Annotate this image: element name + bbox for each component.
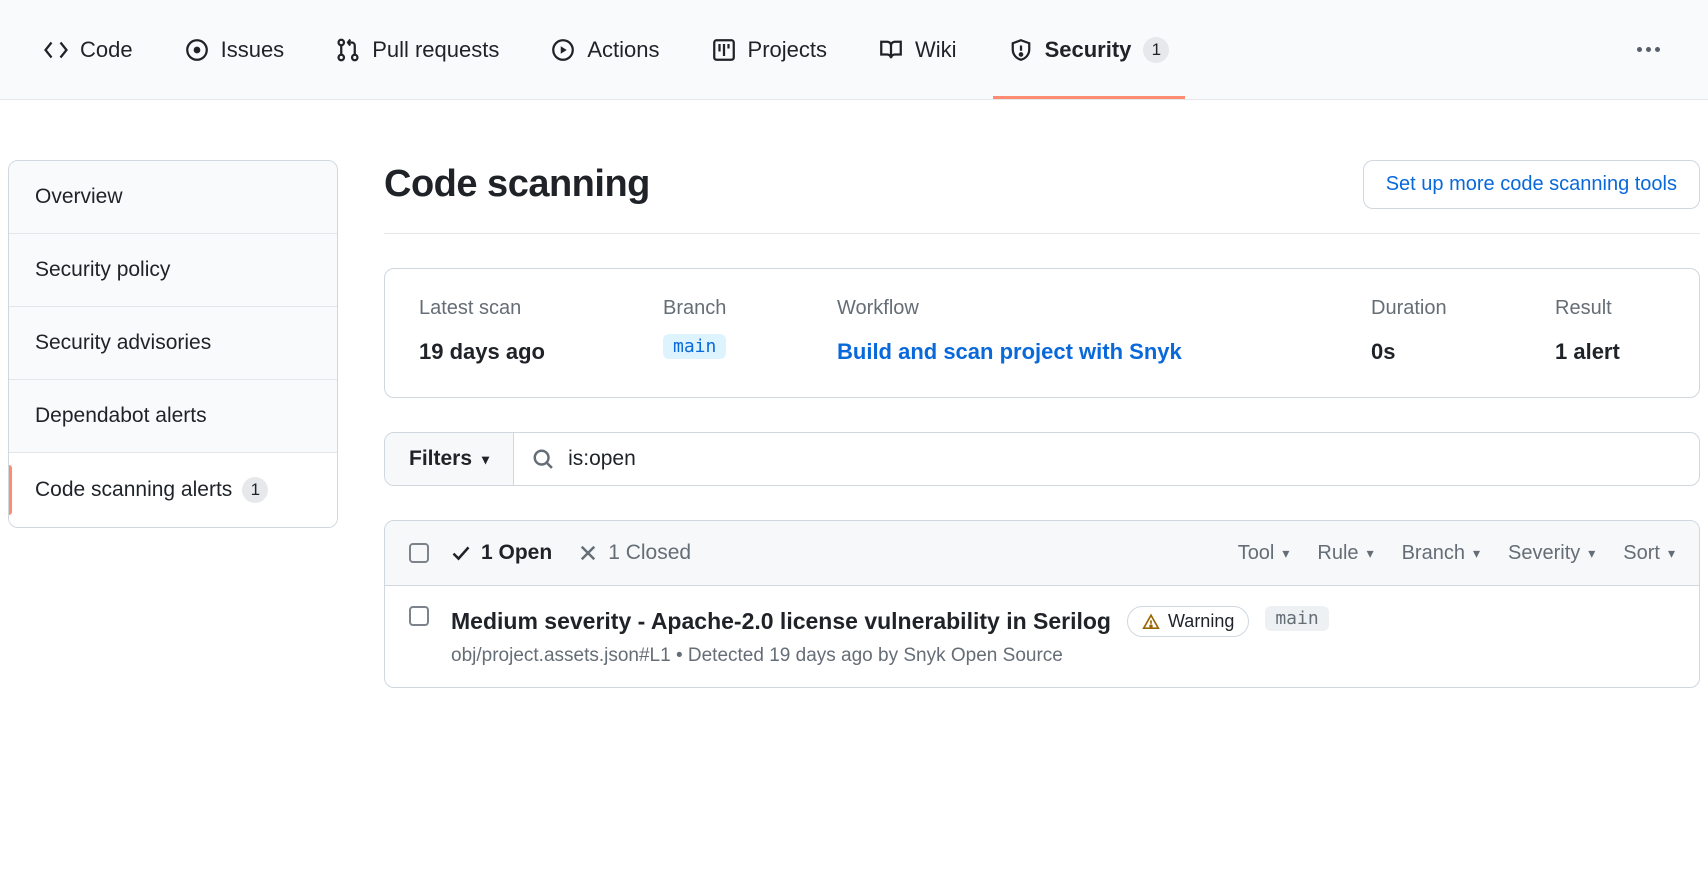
issue-icon xyxy=(185,38,209,62)
sidebar-item-label: Security policy xyxy=(35,258,170,282)
tab-label: Wiki xyxy=(915,37,957,63)
branch-chip[interactable]: main xyxy=(663,334,726,359)
filter-tool[interactable]: Tool▾ xyxy=(1238,542,1290,565)
security-sidebar: Overview Security policy Security adviso… xyxy=(8,160,338,688)
sidebar-item-security-advisories[interactable]: Security advisories xyxy=(9,307,337,380)
alert-title: Medium severity - Apache-2.0 license vul… xyxy=(451,608,1111,635)
page-title: Code scanning xyxy=(384,163,650,206)
alert-subtitle: obj/project.assets.json#L1 • Detected 19… xyxy=(451,645,1675,667)
alerts-list: 1 Open 1 Closed Tool▾ Rule▾ Branch▾ Seve… xyxy=(384,520,1700,688)
sidebar-item-dependabot-alerts[interactable]: Dependabot alerts xyxy=(9,380,337,453)
code-icon xyxy=(44,38,68,62)
tab-label: Issues xyxy=(221,37,285,63)
summary-value-latest-scan: 19 days ago xyxy=(419,334,639,369)
sidebar-item-label: Dependabot alerts xyxy=(35,404,207,428)
check-icon xyxy=(451,543,471,563)
state-tab-closed[interactable]: 1 Closed xyxy=(578,541,691,565)
tab-code[interactable]: Code xyxy=(40,0,137,99)
tab-label: Code xyxy=(80,37,133,63)
sidebar-item-security-policy[interactable]: Security policy xyxy=(9,234,337,307)
sidebar-item-code-scanning-alerts[interactable]: Code scanning alerts 1 xyxy=(9,453,337,527)
setup-tools-button[interactable]: Set up more code scanning tools xyxy=(1363,160,1700,209)
search-icon xyxy=(532,448,554,470)
repo-tab-nav: Code Issues Pull requests Actions Projec… xyxy=(0,0,1708,100)
tab-actions[interactable]: Actions xyxy=(547,0,663,99)
alert-branch-chip: main xyxy=(1265,606,1328,631)
more-menu-button[interactable] xyxy=(1629,39,1668,60)
tab-projects[interactable]: Projects xyxy=(708,0,831,99)
pull-request-icon xyxy=(336,38,360,62)
filter-severity[interactable]: Severity▾ xyxy=(1508,542,1595,565)
tab-label: Actions xyxy=(587,37,659,63)
warning-label: Warning xyxy=(1168,611,1234,632)
warning-badge: Warning xyxy=(1127,606,1249,637)
caret-down-icon: ▾ xyxy=(1282,545,1289,562)
tab-label: Projects xyxy=(748,37,827,63)
tab-issues[interactable]: Issues xyxy=(181,0,289,99)
caret-down-icon: ▾ xyxy=(1367,545,1374,562)
filter-rule[interactable]: Rule▾ xyxy=(1317,542,1373,565)
project-icon xyxy=(712,38,736,62)
play-icon xyxy=(551,38,575,62)
open-count-label: 1 Open xyxy=(481,541,552,565)
tab-security[interactable]: Security 1 xyxy=(1005,0,1174,99)
x-icon xyxy=(578,543,598,563)
shield-icon xyxy=(1009,38,1033,62)
code-scanning-count-badge: 1 xyxy=(242,477,268,503)
search-input[interactable] xyxy=(568,447,1681,471)
summary-label-workflow: Workflow xyxy=(837,297,1347,320)
warning-icon xyxy=(1142,613,1160,631)
filter-bar: Filters ▾ xyxy=(384,432,1700,486)
alert-checkbox[interactable] xyxy=(409,606,429,626)
search-area xyxy=(514,433,1699,485)
alert-row[interactable]: Medium severity - Apache-2.0 license vul… xyxy=(385,586,1699,687)
filters-label: Filters xyxy=(409,447,472,471)
scan-summary: Latest scan 19 days ago Branch main Work… xyxy=(384,268,1700,398)
tab-pull-requests[interactable]: Pull requests xyxy=(332,0,503,99)
summary-label-result: Result xyxy=(1555,297,1665,320)
security-count-badge: 1 xyxy=(1143,37,1169,63)
caret-down-icon: ▾ xyxy=(1473,545,1480,562)
sidebar-item-label: Overview xyxy=(35,185,123,209)
summary-value-result: 1 alert xyxy=(1555,334,1665,369)
book-icon xyxy=(879,38,903,62)
filter-sort[interactable]: Sort▾ xyxy=(1623,542,1675,565)
caret-down-icon: ▾ xyxy=(1588,545,1595,562)
tab-label: Security xyxy=(1045,37,1132,63)
sidebar-item-overview[interactable]: Overview xyxy=(9,161,337,234)
filters-button[interactable]: Filters ▾ xyxy=(385,433,514,485)
summary-label-duration: Duration xyxy=(1371,297,1531,320)
sidebar-item-label: Security advisories xyxy=(35,331,211,355)
sidebar-item-label: Code scanning alerts xyxy=(35,478,232,502)
state-tab-open[interactable]: 1 Open xyxy=(451,541,552,565)
caret-down-icon: ▾ xyxy=(1668,545,1675,562)
closed-count-label: 1 Closed xyxy=(608,541,691,565)
summary-label-latest-scan: Latest scan xyxy=(419,297,639,320)
caret-down-icon: ▾ xyxy=(482,451,489,468)
main-content: Code scanning Set up more code scanning … xyxy=(384,160,1700,688)
workflow-link[interactable]: Build and scan project with Snyk xyxy=(837,334,1347,369)
tab-wiki[interactable]: Wiki xyxy=(875,0,961,99)
filter-branch[interactable]: Branch▾ xyxy=(1402,542,1480,565)
tab-label: Pull requests xyxy=(372,37,499,63)
alerts-header: 1 Open 1 Closed Tool▾ Rule▾ Branch▾ Seve… xyxy=(385,521,1699,586)
select-all-checkbox[interactable] xyxy=(409,543,429,563)
summary-label-branch: Branch xyxy=(663,297,813,320)
summary-value-duration: 0s xyxy=(1371,334,1531,369)
